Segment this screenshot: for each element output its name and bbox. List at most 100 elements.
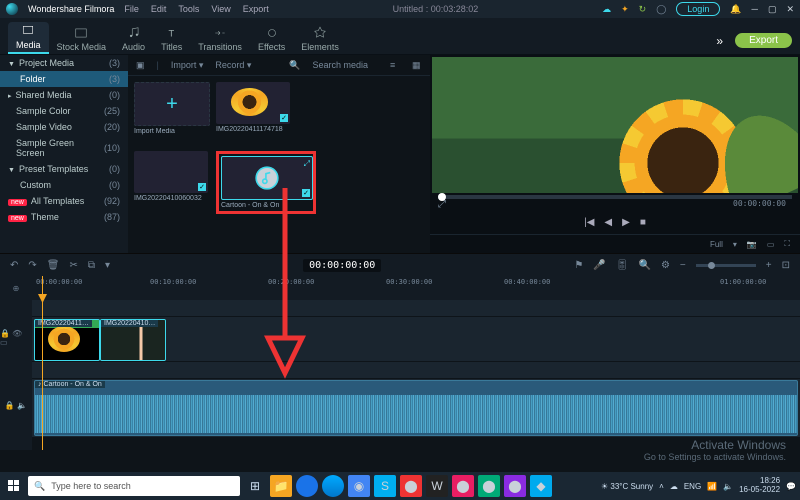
volume-icon[interactable]: 🔈 — [723, 482, 733, 491]
onedrive-icon[interactable]: ☁ — [670, 482, 678, 491]
tray-chevron-icon[interactable]: ˄ — [659, 482, 664, 491]
new-folder-icon[interactable]: ▣ — [136, 60, 145, 71]
export-button[interactable]: Export — [735, 33, 792, 48]
sidebar-item-project-media[interactable]: ▼Project Media(3) — [0, 55, 128, 71]
sidebar-item-all-templates[interactable]: newAll Templates(92) — [0, 193, 128, 209]
fit-icon[interactable]: ⊡ — [782, 260, 790, 271]
sidebar-item-theme[interactable]: newTheme(87) — [0, 209, 128, 225]
marker-icon[interactable]: ⚑ — [574, 260, 583, 271]
import-media-tile[interactable]: + Import Media — [134, 82, 208, 135]
zoom-slider[interactable] — [696, 264, 756, 267]
language-indicator[interactable]: ENG — [684, 482, 701, 491]
bell-icon[interactable]: 🔔 — [730, 4, 741, 15]
play-back-icon[interactable]: ◀ — [604, 217, 612, 228]
sidebar-item-shared-media[interactable]: ▸Shared Media(0) — [0, 87, 128, 103]
prev-frame-icon[interactable]: |◀ — [584, 217, 594, 228]
zoom-icon[interactable]: 🔍 — [639, 260, 651, 271]
more-tabs-icon[interactable]: » — [716, 34, 723, 48]
menu-tools[interactable]: Tools — [178, 4, 199, 14]
sort-icon[interactable]: ≡ — [390, 60, 400, 70]
tab-elements[interactable]: Elements — [293, 24, 347, 54]
import-dropdown[interactable]: Import ▾ — [171, 60, 204, 71]
sidebar-item-sample-green[interactable]: Sample Green Screen(10) — [0, 135, 128, 161]
taskbar-app-icon[interactable]: ⬤ — [504, 475, 526, 497]
taskbar-app-icon[interactable] — [296, 475, 318, 497]
media-item-audio[interactable]: ⤢ ✓ Cartoon - On & On — [221, 156, 311, 209]
clock[interactable]: 18:2616-05-2022 — [739, 477, 780, 495]
search-placeholder[interactable]: Search media — [312, 60, 368, 70]
redo-icon[interactable]: ↷ — [28, 260, 36, 271]
avatar-icon[interactable]: ◯ — [656, 4, 666, 15]
split-screen-icon[interactable]: ▭ — [767, 240, 775, 249]
taskbar-app-icon[interactable]: S — [374, 475, 396, 497]
taskbar-app-icon[interactable]: ◉ — [348, 475, 370, 497]
tab-transitions[interactable]: Transitions — [190, 24, 250, 54]
tab-titles[interactable]: TTitles — [153, 24, 190, 54]
taskbar-search[interactable]: 🔍Type here to search — [28, 476, 240, 496]
taskbar-app-icon[interactable]: 📁 — [270, 475, 292, 497]
sidebar-item-sample-color[interactable]: Sample Color(25) — [0, 103, 128, 119]
start-button[interactable] — [4, 480, 24, 492]
video-track[interactable]: IMG20220411… IMG20220410… — [32, 317, 800, 362]
mic-icon[interactable]: 🎤 — [593, 260, 605, 271]
render-icon[interactable]: ⚙ — [661, 260, 670, 271]
menu-edit[interactable]: Edit — [151, 4, 167, 14]
media-item[interactable]: ✓ IMG20220411174718 — [216, 82, 290, 135]
login-button[interactable]: Login — [676, 2, 720, 16]
task-view-icon[interactable]: ⊞ — [244, 475, 266, 497]
sidebar-item-folder[interactable]: Folder(3) — [0, 71, 128, 87]
audio-track-controls[interactable]: 🔒 🔈 — [0, 376, 32, 434]
minimize-button[interactable]: ─ — [752, 4, 758, 14]
close-button[interactable]: ✕ — [786, 4, 794, 15]
audio-clip[interactable]: ♪ Cartoon - On & On — [34, 380, 798, 436]
sidebar-item-preset-templates[interactable]: ▼Preset Templates(0) — [0, 161, 128, 177]
tab-media[interactable]: Media — [8, 22, 49, 54]
snapshot-icon[interactable]: 📷 — [747, 240, 757, 249]
quality-select[interactable]: Full — [710, 240, 723, 249]
zoom-out-icon[interactable]: − — [680, 260, 686, 271]
time-ruler[interactable]: 00:00:00:00 00:10:00:00 00:20:00:00 00:3… — [32, 276, 800, 300]
taskbar-app-icon[interactable]: ⬤ — [478, 475, 500, 497]
taskbar-app-icon[interactable]: ⬤ — [452, 475, 474, 497]
split-icon[interactable]: ✂ — [69, 260, 77, 271]
taskbar-app-icon[interactable]: W — [426, 475, 448, 497]
tab-effects[interactable]: Effects — [250, 24, 293, 54]
taskbar-app-icon[interactable]: ◆ — [530, 475, 552, 497]
add-track-icon[interactable]: ⊕ — [0, 276, 32, 300]
media-item[interactable]: ✓ IMG20220410060032 — [134, 151, 208, 214]
taskbar-app-icon[interactable]: ⬤ — [400, 475, 422, 497]
preview-viewport[interactable] — [432, 57, 798, 193]
badge-icon[interactable]: ✦ — [621, 4, 629, 15]
grid-view-icon[interactable]: ▦ — [412, 60, 422, 71]
video-clip[interactable]: IMG20220411… — [34, 319, 100, 361]
timecode[interactable]: 00:00:00:00 — [303, 259, 381, 272]
crop-icon[interactable]: ⧉ — [88, 260, 95, 271]
taskbar-app-icon[interactable] — [322, 475, 344, 497]
sidebar-item-sample-video[interactable]: Sample Video(20) — [0, 119, 128, 135]
zoom-in-icon[interactable]: + — [766, 260, 772, 271]
video-clip[interactable]: IMG20220410… — [100, 319, 166, 361]
maximize-button[interactable]: ▢ — [768, 4, 777, 15]
search-icon[interactable]: 🔍 — [289, 60, 300, 71]
scrubber[interactable] — [438, 195, 792, 199]
fullscreen-icon[interactable]: ⛶ — [784, 239, 790, 249]
audio-track[interactable]: ♪ Cartoon - On & On — [32, 379, 800, 438]
tab-audio[interactable]: Audio — [114, 24, 153, 54]
play-icon[interactable]: ▶ — [622, 217, 630, 228]
cloud-icon[interactable]: ☁ — [602, 4, 611, 15]
delete-icon[interactable]: 🗑 — [47, 260, 60, 271]
playhead[interactable] — [42, 276, 43, 450]
menu-file[interactable]: File — [124, 4, 139, 14]
video-track-controls[interactable]: 🔒 👁 ▭ — [0, 316, 32, 360]
record-dropdown[interactable]: Record ▾ — [215, 60, 251, 71]
menu-view[interactable]: View — [211, 4, 230, 14]
weather-widget[interactable]: ☀ 33°C Sunny — [601, 482, 653, 491]
refresh-icon[interactable]: ↻ — [639, 4, 647, 15]
tab-stock-media[interactable]: Stock Media — [49, 24, 115, 54]
stop-icon[interactable]: ■ — [640, 217, 646, 228]
undo-icon[interactable]: ↶ — [10, 260, 18, 271]
mixer-icon[interactable]: 🎚 — [616, 260, 629, 271]
menu-export[interactable]: Export — [243, 4, 269, 14]
sidebar-item-custom[interactable]: Custom(0) — [0, 177, 128, 193]
wifi-icon[interactable]: 📶 — [707, 482, 717, 491]
